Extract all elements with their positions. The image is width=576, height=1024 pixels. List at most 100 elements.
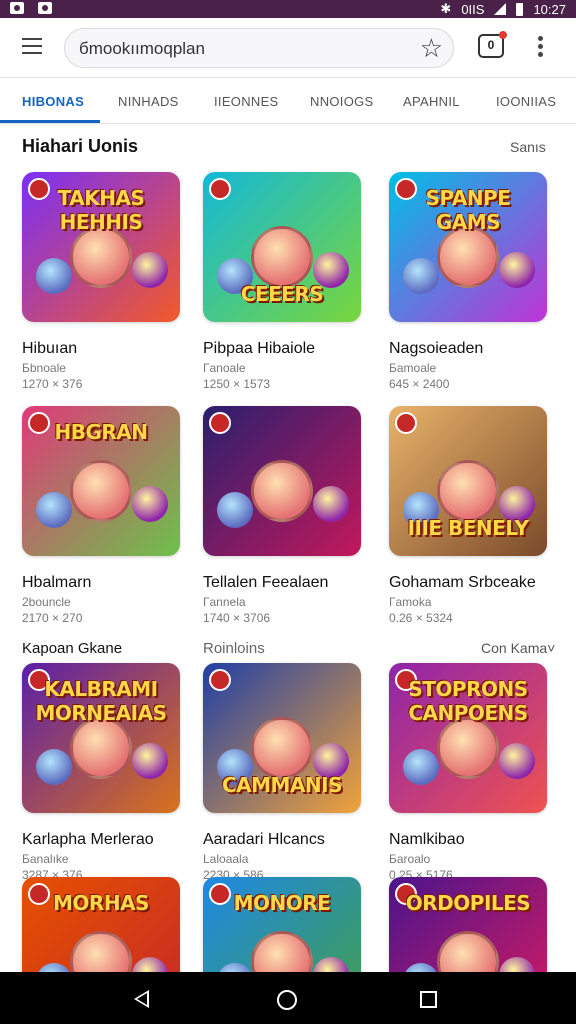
section-filter[interactable]: Roinloins [203, 640, 265, 657]
game-category: Бanalıke [22, 852, 69, 866]
hot-badge-icon [209, 412, 231, 434]
game-thumbnail[interactable]: CEEERS [203, 172, 361, 322]
character-art [132, 486, 168, 522]
tab-ninhads[interactable]: NINHADS [118, 94, 179, 109]
game-name[interactable]: Gohamam Srbceake [389, 574, 554, 592]
game-logo-text: KALBRAMI MORNEAIAS [35, 677, 167, 725]
game-logo-text: CAMMANIS [221, 773, 343, 797]
game-category: Бaroalo [389, 852, 431, 866]
back-icon[interactable] [134, 990, 149, 1008]
character-art [499, 743, 535, 779]
search-input[interactable]: бmookıımoqplan ☆ [64, 28, 454, 68]
character-art [251, 226, 313, 288]
search-text: бmookıımoqplan [79, 39, 205, 58]
character-art [70, 460, 132, 522]
app-screen: ✱ 0IIS 10:27 бmookıımoqplan ☆ 0 HIBONAS … [0, 0, 576, 1024]
character-art [251, 717, 313, 779]
tab-apahnil[interactable]: APAHNIL [403, 94, 460, 109]
character-art [36, 749, 72, 785]
tab-hibonas[interactable]: HIBONAS [22, 94, 84, 109]
see-all-link[interactable]: Sanıs [510, 139, 546, 155]
hot-badge-icon [395, 412, 417, 434]
game-thumbnail[interactable]: STOPRONS CANPOENS [389, 663, 547, 813]
character-art [70, 226, 132, 288]
home-icon[interactable] [277, 990, 297, 1010]
game-card[interactable]: STOPRONS CANPOENS Namlkibao Бaroalo 0.25 × … [389, 663, 554, 882]
game-card[interactable]: HBGRAN Hbalmarn 2bouncle 2170 × 270 [22, 406, 187, 625]
game-name[interactable]: Aaradari Hlcancs [203, 831, 368, 849]
game-logo-text: MORHAS [53, 891, 149, 915]
tabs-button[interactable]: 0 [478, 31, 507, 58]
notification-icon [10, 2, 24, 14]
game-card[interactable]: SPANPE GAMS Nagsoieaden Бamoale 645 × 2400 [389, 172, 554, 391]
tab-iieonnes[interactable]: IIEONNES [214, 94, 279, 109]
character-art [437, 717, 499, 779]
character-art [251, 460, 313, 522]
game-thumbnail[interactable] [203, 406, 361, 556]
game-card[interactable]: TAKHAS HEHHIS Hibuıan Бbnoale 1270 × 376 [22, 172, 187, 391]
game-category: 2bouncle [22, 595, 71, 609]
character-art [499, 252, 535, 288]
game-card[interactable]: KALBRAMI MORNEAIAS Karlapha Merlerao Бanal… [22, 663, 187, 882]
battery-icon [516, 2, 524, 16]
game-logo-text: MONORE [233, 891, 331, 915]
game-card[interactable]: Tellalen Feealaen Гannela 1740 × 3706 [203, 406, 368, 625]
game-dimensions: 0.26 × 5324 [389, 611, 453, 625]
category-tabs: HIBONAS NINHADS IIEONNES NNOIOGS APAHNIL… [0, 80, 576, 124]
game-thumbnail[interactable]: TAKHAS HEHHIS [22, 172, 180, 322]
section-title-2: Kapoan Gkane [22, 640, 123, 657]
network-label: 0IIS [461, 1, 485, 17]
star-icon[interactable]: ☆ [420, 34, 443, 62]
game-card[interactable]: CAMMANIS Aaradari Hlcancs Laloaala 2230 × 5… [203, 663, 368, 882]
game-category: Бbnoale [22, 361, 66, 375]
game-thumbnail[interactable]: KALBRAMI MORNEAIAS [22, 663, 180, 813]
game-category: Гamoka [389, 595, 432, 609]
tab-count: 0 [487, 38, 495, 52]
top-app-bar: бmookıımoqplan ☆ 0 [0, 18, 576, 78]
game-thumbnail[interactable]: HBGRAN [22, 406, 180, 556]
menu-icon[interactable] [22, 38, 42, 54]
game-thumbnail[interactable]: CAMMANIS [203, 663, 361, 813]
game-name[interactable]: Tellalen Feealaen [203, 574, 368, 592]
sort-dropdown[interactable]: Con Kama˅ [481, 640, 555, 656]
character-art [132, 252, 168, 288]
game-thumbnail[interactable]: IIIE BENELY [389, 406, 547, 556]
game-card[interactable]: IIIE BENELY Gohamam Srbceake Гamoka 0.26 × … [389, 406, 554, 625]
more-options-icon[interactable] [538, 36, 544, 58]
character-art [36, 492, 72, 528]
notification-dot [499, 31, 507, 39]
game-name[interactable]: Hbalmarn [22, 574, 187, 592]
section-title: Hiahari Uonis [22, 136, 139, 156]
signal-icon [494, 3, 507, 15]
hot-badge-icon [209, 669, 231, 691]
character-art [437, 226, 499, 288]
recent-apps-icon[interactable] [420, 991, 437, 1008]
game-logo-text: ORDOPILES [405, 891, 531, 915]
active-tab-indicator [0, 120, 100, 123]
hot-badge-icon [209, 178, 231, 200]
game-logo-text: IIIE BENELY [407, 516, 529, 540]
tab-nnoiogs[interactable]: NNOIOGS [310, 94, 374, 109]
image-notification-icon [38, 2, 52, 14]
character-art [36, 258, 72, 294]
game-card[interactable]: CEEERS Pibpaa Hibaiole Гanoale 1250 × 1573 [203, 172, 368, 391]
character-art [403, 749, 439, 785]
game-category: Гanoale [203, 361, 246, 375]
game-logo-text: STOPRONS CANPOENS [408, 677, 528, 725]
game-category: Laloaala [203, 852, 249, 866]
game-name[interactable]: Nagsoieaden [389, 340, 554, 358]
game-name[interactable]: Namlkibao [389, 831, 554, 849]
clock: 10:27 [533, 1, 566, 17]
game-name[interactable]: Karlapha Merlerao [22, 831, 187, 849]
game-name[interactable]: Hibuıan [22, 340, 187, 358]
game-name[interactable]: Pibpaa Hibaiole [203, 340, 368, 358]
game-logo-text: HBGRAN [54, 420, 148, 444]
game-dimensions: 1270 × 376 [22, 377, 83, 391]
game-category: Гannela [203, 595, 246, 609]
tab-iooniias[interactable]: IOONIIAS [496, 94, 556, 109]
game-logo-text: SPANPE GAMS [425, 186, 511, 234]
game-category: Бamoale [389, 361, 437, 375]
game-logo-text: TAKHAS HEHHIS [57, 186, 145, 234]
game-thumbnail[interactable]: SPANPE GAMS [389, 172, 547, 322]
system-nav-bar [0, 972, 576, 1024]
